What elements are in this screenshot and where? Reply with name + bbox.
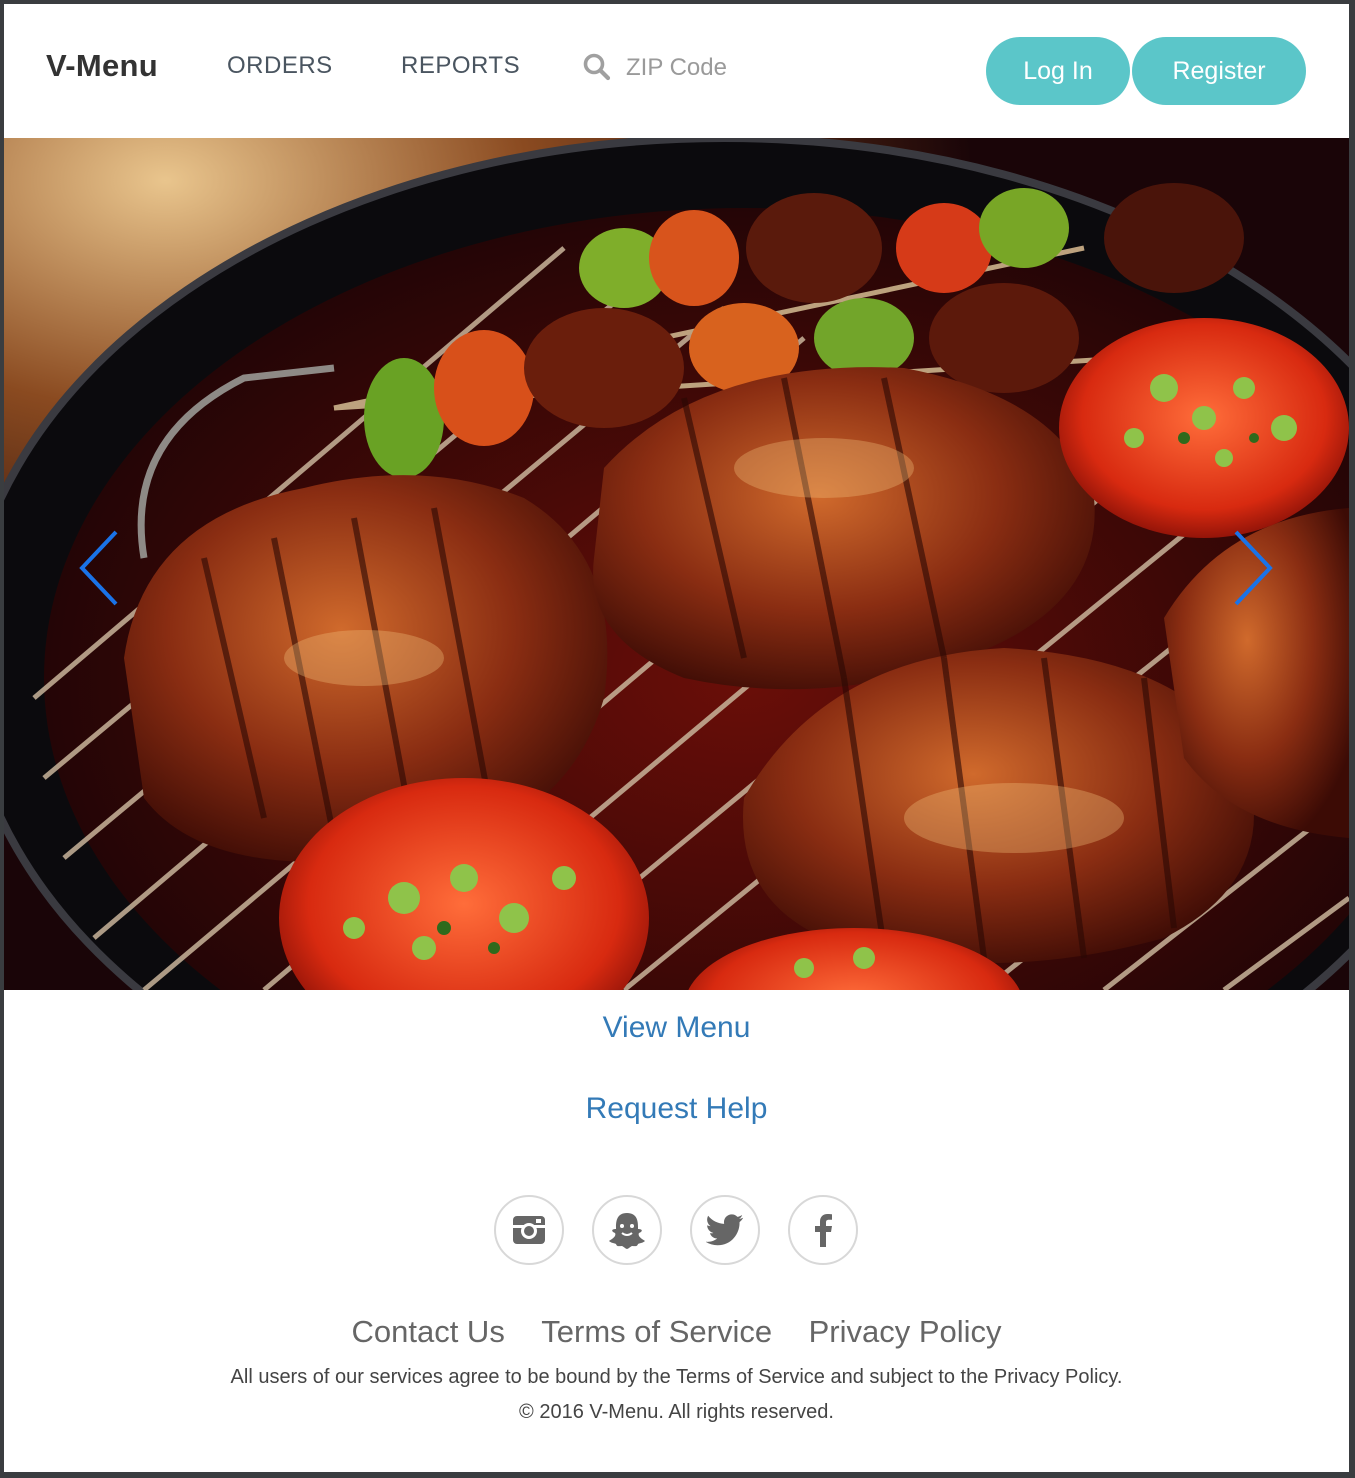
view-menu-row: View Menu	[4, 1011, 1349, 1045]
twitter-button[interactable]	[690, 1195, 760, 1265]
contact-us-link[interactable]: Contact Us	[351, 1314, 504, 1349]
snapchat-button[interactable]	[592, 1195, 662, 1265]
instagram-icon	[513, 1216, 545, 1244]
snapchat-icon	[609, 1213, 645, 1249]
login-button[interactable]: Log In	[986, 37, 1130, 105]
register-button[interactable]: Register	[1132, 37, 1306, 105]
nav-reports[interactable]: REPORTS	[401, 52, 520, 80]
legal-notice: All users of our services agree to be bo…	[230, 1366, 1123, 1388]
request-help-row: Request Help	[4, 1092, 1349, 1126]
hero-carousel	[4, 138, 1349, 990]
facebook-icon	[815, 1214, 832, 1247]
zip-code-input[interactable]	[624, 50, 828, 86]
terms-of-service-link[interactable]: Terms of Service	[541, 1314, 772, 1349]
social-links	[494, 1195, 864, 1265]
navbar: V-Menu ORDERS REPORTS Log In Register	[4, 4, 1349, 138]
footer-links: Contact Us Terms of Service Privacy Poli…	[4, 1314, 1349, 1350]
hero-image	[4, 138, 1349, 990]
facebook-button[interactable]	[788, 1195, 858, 1265]
zip-search	[582, 48, 842, 88]
chevron-right-icon[interactable]	[1230, 528, 1276, 608]
search-icon[interactable]	[582, 52, 612, 82]
brand-logo[interactable]: V-Menu	[46, 48, 158, 84]
copyright: © 2016 V-Menu. All rights reserved.	[519, 1401, 834, 1423]
chevron-left-icon[interactable]	[76, 528, 122, 608]
instagram-button[interactable]	[494, 1195, 564, 1265]
request-help-link[interactable]: Request Help	[586, 1092, 768, 1125]
privacy-policy-link[interactable]: Privacy Policy	[809, 1314, 1002, 1349]
view-menu-link[interactable]: View Menu	[603, 1011, 751, 1044]
nav-orders[interactable]: ORDERS	[227, 52, 333, 80]
page: V-Menu ORDERS REPORTS Log In Register	[4, 4, 1349, 1472]
twitter-icon	[706, 1214, 744, 1246]
